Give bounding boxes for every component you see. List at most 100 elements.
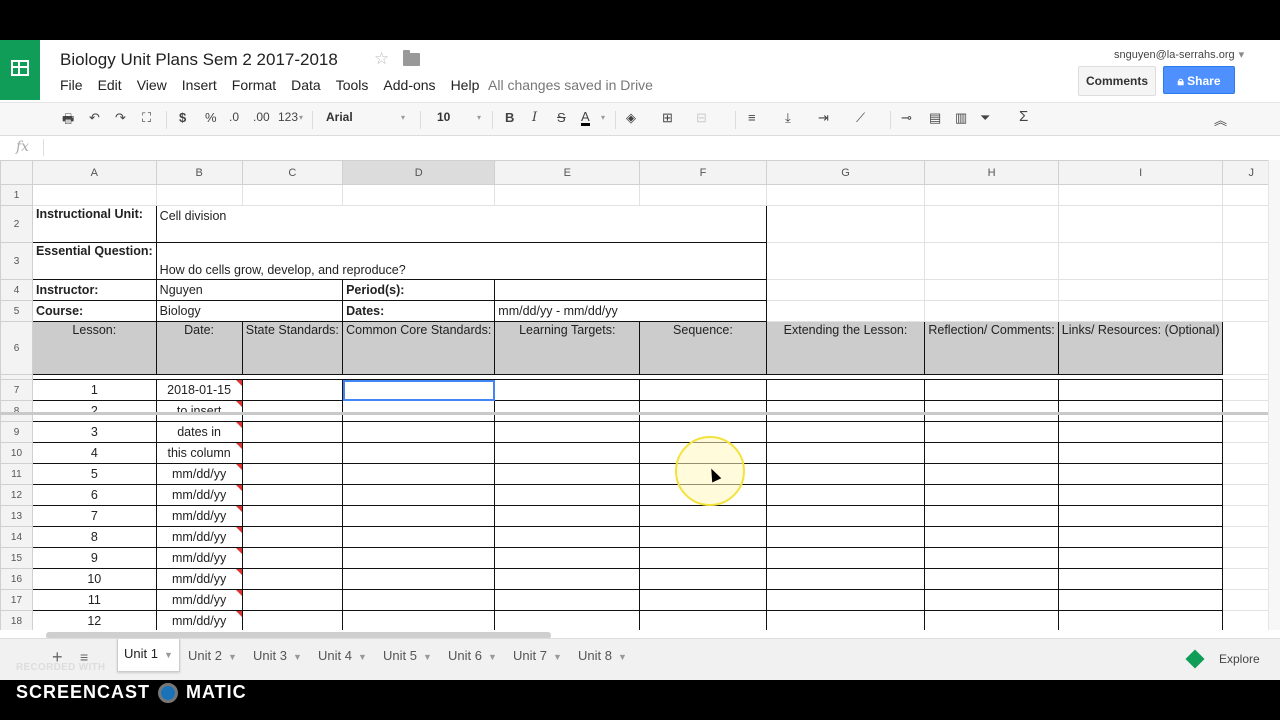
course-label-cell[interactable]: Course: bbox=[31, 300, 157, 322]
column-header[interactable]: I bbox=[1057, 160, 1224, 185]
cell[interactable] bbox=[241, 547, 344, 569]
cell[interactable] bbox=[765, 463, 926, 485]
cell[interactable] bbox=[342, 463, 496, 485]
row-header[interactable]: 2 bbox=[0, 205, 33, 243]
cell[interactable] bbox=[1057, 279, 1224, 301]
cell[interactable] bbox=[1057, 421, 1224, 443]
cell[interactable] bbox=[639, 610, 767, 630]
cell[interactable] bbox=[924, 400, 1059, 422]
lesson-number-cell[interactable]: 1 bbox=[31, 379, 157, 401]
cell[interactable] bbox=[342, 568, 496, 590]
column-header[interactable]: G bbox=[765, 160, 926, 185]
header-reflection[interactable]: Reflection/ Comments: bbox=[924, 321, 1059, 375]
cell[interactable] bbox=[765, 547, 926, 569]
undo-icon[interactable]: ↶ bbox=[89, 110, 100, 126]
chevron-down-icon[interactable]: ▼ bbox=[423, 652, 432, 662]
cell[interactable] bbox=[342, 400, 496, 422]
cell[interactable] bbox=[342, 547, 496, 569]
cell[interactable] bbox=[494, 184, 641, 206]
unit-value-cell[interactable]: Cell division bbox=[155, 205, 767, 243]
lesson-number-cell[interactable]: 7 bbox=[31, 505, 157, 527]
menu-format[interactable]: Format bbox=[232, 77, 276, 93]
dates-label-cell[interactable]: Dates: bbox=[342, 300, 496, 322]
menu-addons[interactable]: Add-ons bbox=[383, 77, 435, 93]
cell[interactable] bbox=[1057, 589, 1224, 611]
account-email[interactable]: snguyen@la-serrahs.org bbox=[1114, 48, 1244, 61]
cell[interactable] bbox=[494, 610, 641, 630]
lesson-date-cell[interactable]: to insert bbox=[155, 400, 243, 422]
cell[interactable] bbox=[241, 184, 344, 206]
cell[interactable] bbox=[1057, 442, 1224, 464]
lesson-date-cell[interactable]: mm/dd/yy bbox=[155, 547, 243, 569]
paint-format-icon[interactable]: ⛶ bbox=[142, 110, 151, 126]
cell[interactable] bbox=[924, 568, 1059, 590]
tab-unit-2[interactable]: Unit 2 ▼ bbox=[188, 641, 237, 671]
cell[interactable] bbox=[494, 442, 641, 464]
cell[interactable] bbox=[1057, 205, 1224, 243]
cell[interactable] bbox=[241, 379, 344, 401]
row-header[interactable]: 3 bbox=[0, 242, 33, 280]
header-common-core[interactable]: Common Core Standards: bbox=[342, 321, 496, 375]
cell[interactable] bbox=[765, 300, 926, 322]
row-header[interactable]: 15 bbox=[0, 547, 33, 569]
chevron-down-icon[interactable]: ▼ bbox=[553, 652, 562, 662]
cell[interactable] bbox=[639, 589, 767, 611]
tab-unit-1[interactable]: Unit 1 ▼ bbox=[117, 639, 180, 672]
cell[interactable] bbox=[765, 184, 926, 206]
cell[interactable] bbox=[924, 526, 1059, 548]
cell[interactable] bbox=[241, 442, 344, 464]
chart-icon[interactable]: ▥ bbox=[955, 110, 967, 126]
lesson-number-cell[interactable]: 2 bbox=[31, 400, 157, 422]
menu-data[interactable]: Data bbox=[291, 77, 321, 93]
cell[interactable] bbox=[765, 421, 926, 443]
menu-tools[interactable]: Tools bbox=[336, 77, 369, 93]
tab-unit-3[interactable]: Unit 3 ▼ bbox=[253, 641, 302, 671]
lesson-date-cell[interactable]: mm/dd/yy bbox=[155, 589, 243, 611]
cell[interactable] bbox=[1057, 400, 1224, 422]
cell[interactable] bbox=[639, 505, 767, 527]
cell[interactable] bbox=[924, 279, 1059, 301]
cell[interactable] bbox=[241, 421, 344, 443]
link-icon[interactable]: ⊸ bbox=[901, 110, 912, 126]
chevron-down-icon[interactable]: ▾ bbox=[401, 113, 405, 122]
functions-button[interactable]: Σ bbox=[1019, 108, 1028, 125]
cell[interactable] bbox=[924, 205, 1059, 243]
unit-label-cell[interactable]: Instructional Unit: bbox=[31, 205, 157, 243]
cell[interactable] bbox=[494, 463, 641, 485]
cell[interactable] bbox=[241, 589, 344, 611]
fill-color-icon[interactable]: ◈ bbox=[626, 110, 636, 126]
cell[interactable] bbox=[924, 242, 1059, 280]
lesson-date-cell[interactable]: 2018-01-15 bbox=[155, 379, 243, 401]
header-extending[interactable]: Extending the Lesson: bbox=[765, 321, 926, 375]
row-header[interactable]: 5 bbox=[0, 300, 33, 322]
cell[interactable] bbox=[31, 184, 157, 206]
cell[interactable] bbox=[342, 526, 496, 548]
cell[interactable] bbox=[924, 379, 1059, 401]
row-header[interactable]: 4 bbox=[0, 279, 33, 301]
cell[interactable] bbox=[494, 526, 641, 548]
cell[interactable] bbox=[1057, 505, 1224, 527]
cell[interactable] bbox=[1057, 463, 1224, 485]
chevron-down-icon[interactable]: ▼ bbox=[164, 650, 173, 660]
row-header[interactable]: 10 bbox=[0, 442, 33, 464]
explore-button[interactable]: Explore bbox=[1174, 643, 1269, 675]
selected-cell[interactable] bbox=[342, 379, 496, 401]
cell[interactable] bbox=[342, 505, 496, 527]
lesson-number-cell[interactable]: 8 bbox=[31, 526, 157, 548]
header-state-standards[interactable]: State Standards: bbox=[241, 321, 344, 375]
header-date[interactable]: Date: bbox=[155, 321, 243, 375]
cell[interactable] bbox=[765, 484, 926, 506]
row-header[interactable]: 17 bbox=[0, 589, 33, 611]
row-header[interactable]: 12 bbox=[0, 484, 33, 506]
chevron-down-icon[interactable]: ▼ bbox=[618, 652, 627, 662]
tab-unit-7[interactable]: Unit 7 ▼ bbox=[513, 641, 562, 671]
print-icon[interactable]: 🖶 bbox=[62, 110, 74, 132]
cell[interactable] bbox=[765, 610, 926, 630]
percent-button[interactable]: % bbox=[205, 110, 217, 125]
chevron-down-icon[interactable]: ▾ bbox=[601, 113, 605, 122]
question-value-cell[interactable]: How do cells grow, develop, and reproduc… bbox=[155, 242, 767, 280]
instructor-value-cell[interactable]: Nguyen bbox=[155, 279, 344, 301]
cell[interactable] bbox=[1057, 526, 1224, 548]
chevron-down-icon[interactable]: ▾ bbox=[299, 113, 303, 122]
share-button[interactable]: 🔒︎ Share bbox=[1163, 66, 1235, 94]
